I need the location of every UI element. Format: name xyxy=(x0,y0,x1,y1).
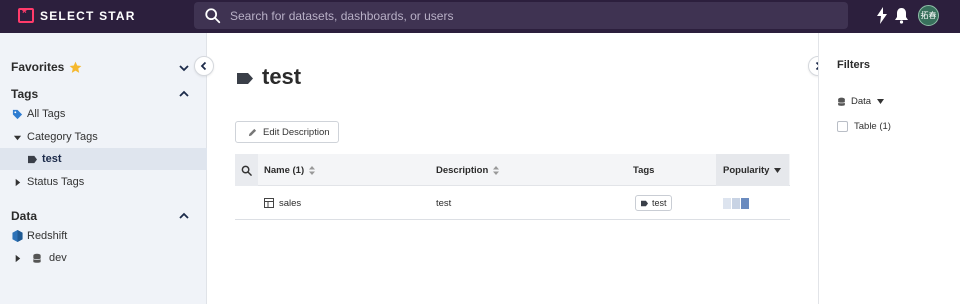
tagged-items-table: Name (1) Description Tags Popularity sal… xyxy=(235,154,790,220)
collapse-sidebar-button[interactable] xyxy=(194,56,214,76)
sidebar-item-category-tags[interactable]: Category Tags xyxy=(0,126,207,148)
sidebar-item-label: test xyxy=(42,153,62,165)
sidebar-item-test[interactable]: test xyxy=(0,148,207,170)
caret-down-icon xyxy=(877,99,885,104)
label-tag-icon xyxy=(26,153,38,165)
filter-option-table[interactable]: Table (1) xyxy=(837,121,891,132)
sort-icon xyxy=(309,165,316,175)
column-label: Description xyxy=(436,164,489,176)
table-icon xyxy=(264,198,274,208)
column-label: Name (1) xyxy=(264,164,305,176)
caret-right-icon xyxy=(11,176,23,188)
column-header-popularity[interactable]: Popularity xyxy=(716,154,789,186)
left-sidebar: Favorites Tags All Tags Category Tags te… xyxy=(0,33,207,304)
top-navigation-bar: SELECT STAR 拓春 xyxy=(0,0,960,33)
favorites-header[interactable]: Favorites xyxy=(11,60,82,74)
favorites-label: Favorites xyxy=(11,60,65,74)
notification-bell-icon[interactable] xyxy=(894,7,909,24)
column-header-description[interactable]: Description xyxy=(436,154,500,186)
popularity-bar xyxy=(732,197,740,209)
popularity-bars xyxy=(723,197,750,209)
database-icon xyxy=(31,252,43,264)
lightning-icon[interactable] xyxy=(876,7,888,24)
redshift-icon xyxy=(11,230,23,242)
favorites-chevron-down-icon[interactable] xyxy=(178,62,190,74)
data-header[interactable]: Data xyxy=(11,209,37,223)
table-search-button[interactable] xyxy=(235,154,258,186)
filter-checkbox[interactable] xyxy=(837,121,848,132)
sidebar-item-label: dev xyxy=(49,252,67,264)
sidebar-item-dev[interactable]: dev xyxy=(0,247,207,269)
user-avatar[interactable]: 拓春 xyxy=(918,5,939,26)
table-header: Name (1) Description Tags Popularity xyxy=(235,154,790,186)
filter-group-data[interactable]: Data xyxy=(837,96,885,107)
app-logo[interactable]: SELECT STAR xyxy=(18,6,136,23)
star-icon xyxy=(70,61,82,73)
chevron-left-icon xyxy=(200,61,207,71)
edit-description-label: Edit Description xyxy=(263,126,330,138)
sort-icon xyxy=(493,165,500,175)
row-description: test xyxy=(436,197,452,209)
table-row[interactable]: sales test test xyxy=(235,186,790,220)
column-label: Popularity xyxy=(723,164,770,176)
filter-group-label: Data xyxy=(851,96,872,107)
filters-panel: Filters Data Table (1) xyxy=(818,33,960,304)
pencil-icon xyxy=(248,128,257,136)
page-title: test xyxy=(262,64,302,89)
filters-title: Filters xyxy=(837,59,871,71)
popularity-bar xyxy=(741,197,749,209)
sidebar-item-all-tags[interactable]: All Tags xyxy=(0,103,207,125)
tag-icon xyxy=(237,73,253,84)
row-popularity xyxy=(723,186,750,220)
label-tag-icon xyxy=(641,200,648,206)
tag-icon xyxy=(11,108,23,120)
column-header-tags: Tags xyxy=(633,164,655,176)
search-icon xyxy=(241,165,252,176)
filter-option-label: Table (1) xyxy=(854,121,891,132)
sidebar-item-label: Category Tags xyxy=(27,131,98,143)
edit-description-button[interactable]: Edit Description xyxy=(235,121,339,143)
data-chevron-up-icon[interactable] xyxy=(178,210,190,222)
tag-label: test xyxy=(652,198,667,208)
sidebar-item-label: All Tags xyxy=(27,108,66,120)
caret-down-icon xyxy=(11,131,23,143)
search-input[interactable] xyxy=(230,8,848,23)
sort-descending-icon xyxy=(774,167,782,173)
sidebar-item-label: Status Tags xyxy=(27,176,85,188)
tags-chevron-up-icon[interactable] xyxy=(178,88,190,100)
row-name: sales xyxy=(279,197,302,209)
search-icon xyxy=(205,7,221,23)
global-search[interactable] xyxy=(194,2,848,29)
sidebar-item-label: Redshift xyxy=(27,230,68,242)
database-icon xyxy=(837,97,846,106)
sidebar-item-status-tags[interactable]: Status Tags xyxy=(0,171,207,193)
column-header-name[interactable]: Name (1) xyxy=(264,154,316,186)
row-tags-cell: test xyxy=(635,186,672,220)
row-name-cell[interactable]: sales xyxy=(264,186,301,220)
logo-mark-icon xyxy=(18,6,34,23)
app-name: SELECT STAR xyxy=(40,8,136,23)
tag-pill[interactable]: test xyxy=(635,195,672,211)
tags-header[interactable]: Tags xyxy=(11,87,38,101)
caret-right-icon xyxy=(11,252,23,264)
sidebar-item-redshift[interactable]: Redshift xyxy=(0,225,207,247)
popularity-bar xyxy=(723,197,731,209)
